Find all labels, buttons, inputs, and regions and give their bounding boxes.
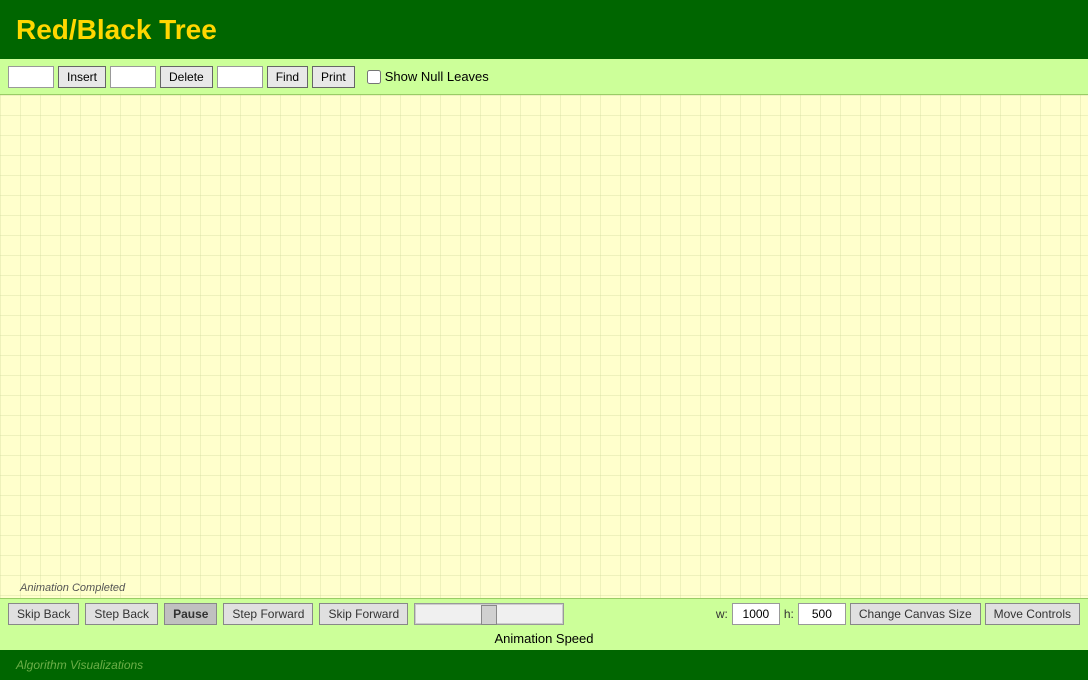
print-button[interactable]: Print xyxy=(312,66,355,88)
show-null-leaves-label[interactable]: Show Null Leaves xyxy=(367,69,489,84)
canvas-area: Animation Completed xyxy=(0,95,1088,598)
pause-button[interactable]: Pause xyxy=(164,603,217,625)
step-forward-button[interactable]: Step Forward xyxy=(223,603,313,625)
animation-status: Animation Completed xyxy=(20,582,125,594)
canvas-size-inputs: w: h: Change Canvas Size Move Controls xyxy=(716,603,1080,625)
find-button[interactable]: Find xyxy=(267,66,308,88)
height-label: h: xyxy=(784,607,794,621)
page-title: Red/Black Tree xyxy=(16,14,217,46)
change-canvas-size-button[interactable]: Change Canvas Size xyxy=(850,603,981,625)
toolbar: Insert Delete Find Print Show Null Leave… xyxy=(0,59,1088,95)
bottom-bar: Skip Back Step Back Pause Step Forward S… xyxy=(0,598,1088,650)
skip-back-button[interactable]: Skip Back xyxy=(8,603,79,625)
move-controls-button[interactable]: Move Controls xyxy=(985,603,1080,625)
step-back-button[interactable]: Step Back xyxy=(85,603,158,625)
skip-forward-button[interactable]: Skip Forward xyxy=(319,603,408,625)
animation-speed-label: Animation Speed xyxy=(8,631,1080,646)
speed-slider[interactable] xyxy=(414,603,564,625)
insert-button[interactable]: Insert xyxy=(58,66,106,88)
show-null-leaves-text: Show Null Leaves xyxy=(385,69,489,84)
app-header: Red/Black Tree xyxy=(0,0,1088,59)
width-input[interactable] xyxy=(732,603,780,625)
delete-input[interactable] xyxy=(110,66,156,88)
footer: Algorithm Visualizations xyxy=(0,650,1088,680)
find-input[interactable] xyxy=(217,66,263,88)
show-null-leaves-checkbox[interactable] xyxy=(367,70,381,84)
insert-input[interactable] xyxy=(8,66,54,88)
height-input[interactable] xyxy=(798,603,846,625)
footer-text: Algorithm Visualizations xyxy=(16,658,143,672)
bottom-controls: Skip Back Step Back Pause Step Forward S… xyxy=(8,603,1080,625)
width-label: w: xyxy=(716,607,728,621)
delete-button[interactable]: Delete xyxy=(160,66,213,88)
